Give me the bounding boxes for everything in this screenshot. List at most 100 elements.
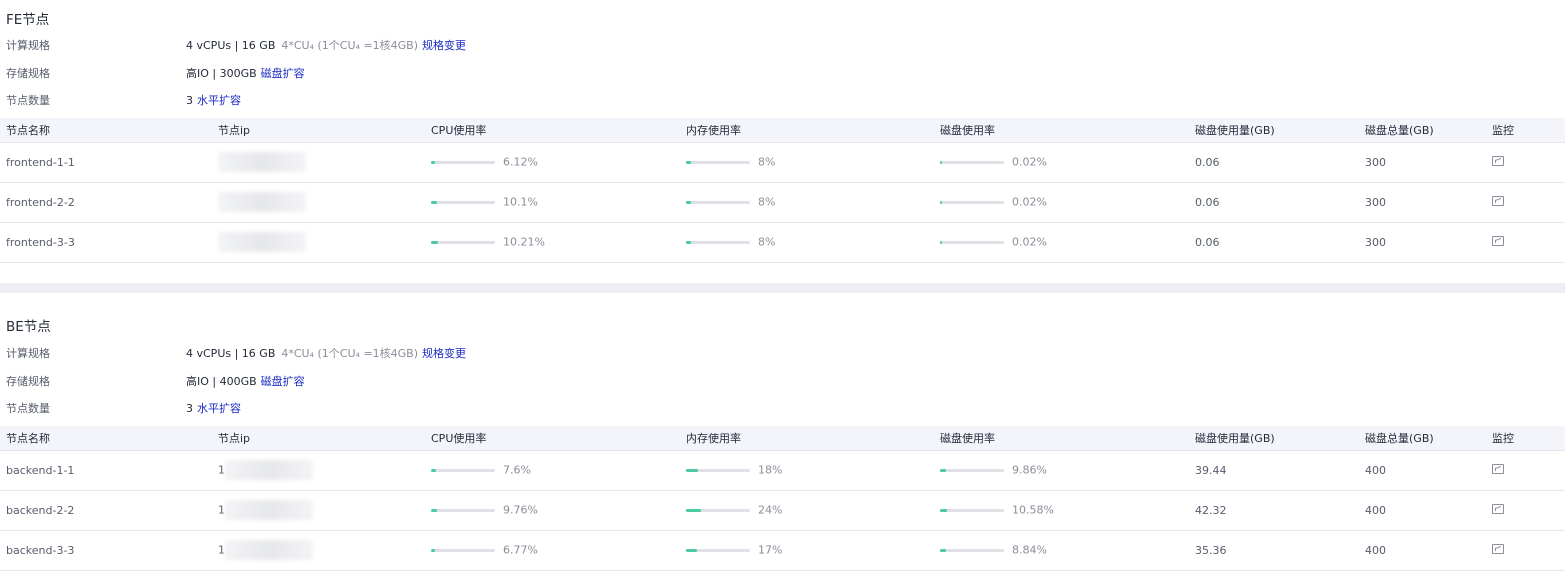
storage-spec-value: 高IO | 300GB 磁盘扩容 [186,65,305,81]
monitor-chart-icon[interactable] [1492,155,1504,166]
disk-usage-cell: 0.02% [934,222,1189,262]
mem-usage-cell: 18% [680,450,934,490]
mem-usage-percent: 8% [758,155,776,169]
storage-spec-label: 存储规格 [6,375,50,388]
disk-usage-cell: 9.86% [934,450,1189,490]
monitor-cell [1486,490,1565,530]
disk-usage-cell: 0.02% [934,142,1189,182]
cpu-usage-percent: 10.21% [503,235,545,249]
mem-usage-cell: 17% [680,530,934,570]
cpu-usage-cell: 7.6% [425,450,680,490]
table-header-row: 节点名称 节点ip CPU使用率 内存使用率 磁盘使用率 磁盘使用量(GB) 磁盘总量(GB… [0,118,1565,142]
monitor-chart-icon[interactable] [1492,543,1504,554]
disk-used-cell: 0.06 [1195,195,1220,209]
mem-usage-progress-bar [686,548,750,552]
node-ip-text: 1 [218,503,225,517]
compute-spec-label: 计算规格 [6,347,50,360]
disk-usage-progress-fill [940,468,947,472]
cpu-usage-cell: 10.1% [425,182,680,222]
section-title: BE节点 [6,319,51,335]
monitor-cell [1486,450,1565,490]
node-name-cell: backend-3-3 [6,543,75,557]
mem-usage-percent: 18% [758,463,783,477]
col-cpu-usage-header: CPU使用率 [431,123,487,137]
monitor-cell [1486,222,1565,262]
mem-usage-progress-bar [686,160,750,164]
fe-section: FE节点 计算规格 4 vCPUs | 16 GB 4*CU₄ (1个CU₄ =1… [0,0,1565,283]
disk-usage-cell: 10.58% [934,490,1189,530]
ip-redaction-blur [218,232,306,252]
ip-redaction-blur [218,192,306,212]
disk-expand-link[interactable]: 磁盘扩容 [261,67,305,80]
compute-spec-note: 4*CU₄ (1个CU₄ =1核4GB) [281,39,419,52]
mem-usage-cell: 8% [680,142,934,182]
node-ip-cell [212,182,425,222]
disk-usage-percent: 0.02% [1012,235,1047,249]
fe-node-table: 节点名称 节点ip CPU使用率 内存使用率 磁盘使用率 磁盘使用量(GB) 磁盘总量(GB… [0,118,1565,263]
mem-usage-percent: 17% [758,543,783,557]
section-divider [0,283,1565,293]
mem-usage-progress-fill [686,160,692,164]
disk-used-cell: 42.32 [1195,503,1227,517]
storage-spec-label: 存储规格 [6,67,50,80]
be-section: BE节点 计算规格 4 vCPUs | 16 GB 4*CU₄ (1个CU₄ =1… [0,293,1565,578]
node-ip-cell [212,142,425,182]
node-count-text: 3 [186,402,193,415]
scale-out-link[interactable]: 水平扩容 [197,94,241,107]
cpu-usage-progress-bar [431,240,495,244]
cpu-usage-progress-bar [431,200,495,204]
cpu-usage-cell: 9.76% [425,490,680,530]
col-cpu-usage-header: CPU使用率 [431,431,487,445]
cpu-usage-percent: 10.1% [503,195,538,209]
cpu-usage-cell: 6.77% [425,530,680,570]
disk-expand-link[interactable]: 磁盘扩容 [261,375,305,388]
disk-usage-progress-fill [940,200,942,204]
mem-usage-progress-bar [686,200,750,204]
cpu-usage-progress-fill [431,160,435,164]
compute-spec-text: 4 vCPUs | 16 GB [186,347,276,360]
node-count-label: 节点数量 [6,402,50,415]
disk-total-cell: 300 [1365,235,1386,249]
mem-usage-progress-fill [686,468,698,472]
scale-out-link[interactable]: 水平扩容 [197,402,241,415]
node-ip-text: 1 [218,543,225,557]
col-node-ip-header: 节点ip [218,123,251,137]
table-row: backend-3-3 1 6.77% 17% 8.84% 35.36 400 [0,530,1565,570]
table-row: backend-2-2 1 9.76% 24% 10.58% 42.32 400 [0,490,1565,530]
disk-usage-progress-fill [940,548,946,552]
disk-usage-progress-bar [940,200,1004,204]
monitor-chart-icon[interactable] [1492,503,1504,514]
col-disk-usage-header: 磁盘使用率 [940,431,995,445]
disk-usage-percent: 0.02% [1012,155,1047,169]
disk-usage-progress-fill [940,508,947,512]
disk-total-cell: 300 [1365,195,1386,209]
monitor-cell [1486,530,1565,570]
disk-used-cell: 0.06 [1195,235,1220,249]
storage-spec-value: 高IO | 400GB 磁盘扩容 [186,373,305,389]
mem-usage-progress-bar [686,240,750,244]
col-node-name-header: 节点名称 [6,431,50,445]
change-spec-link[interactable]: 规格变更 [422,347,466,360]
node-ip-cell: 1 [212,490,425,530]
monitor-chart-icon[interactable] [1492,235,1504,246]
disk-usage-cell: 0.02% [934,182,1189,222]
ip-redaction-blur [225,500,313,520]
cpu-usage-percent: 6.77% [503,543,538,557]
compute-spec-value: 4 vCPUs | 16 GB 4*CU₄ (1个CU₄ =1核4GB) 规格变更 [186,345,466,361]
node-name-cell: frontend-2-2 [6,195,75,209]
disk-total-cell: 400 [1365,543,1386,557]
monitor-chart-icon[interactable] [1492,463,1504,474]
cpu-usage-cell: 10.21% [425,222,680,262]
cpu-usage-progress-fill [431,240,438,244]
monitor-chart-icon[interactable] [1492,195,1504,206]
mem-usage-progress-bar [686,468,750,472]
col-disk-used-header: 磁盘使用量(GB) [1195,431,1275,445]
mem-usage-percent: 8% [758,235,776,249]
cpu-usage-percent: 7.6% [503,463,531,477]
node-count-value: 3 水平扩容 [186,92,241,108]
compute-spec-value: 4 vCPUs | 16 GB 4*CU₄ (1个CU₄ =1核4GB) 规格变更 [186,37,466,53]
cpu-usage-progress-fill [431,508,438,512]
disk-usage-progress-bar [940,508,1004,512]
table-row: backend-1-1 1 7.6% 18% 9.86% 39.44 400 [0,450,1565,490]
change-spec-link[interactable]: 规格变更 [422,39,466,52]
